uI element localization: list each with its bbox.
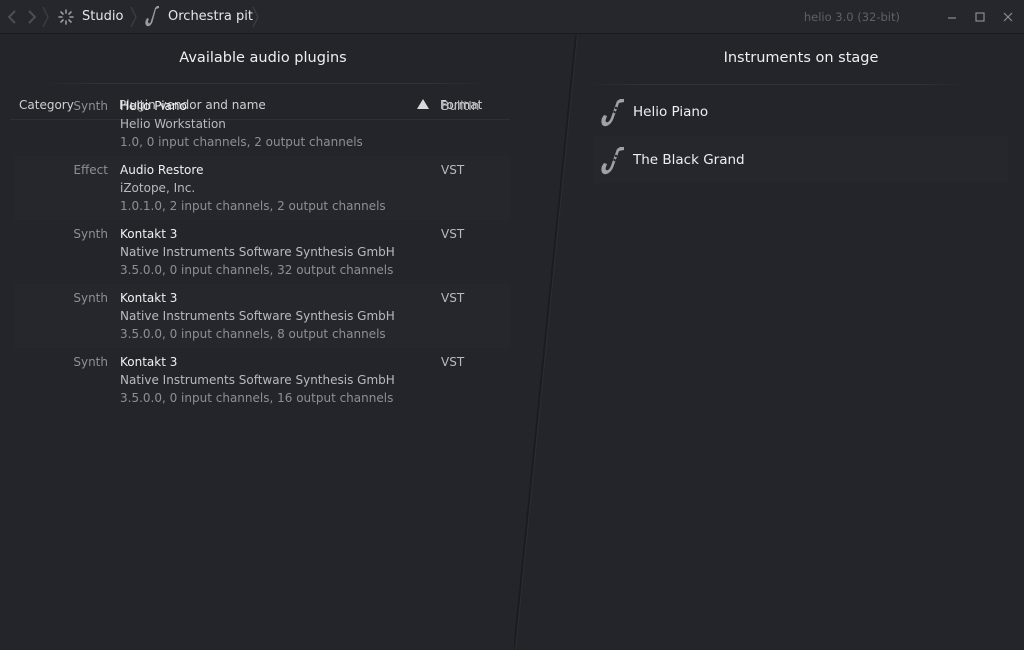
title-divider — [40, 83, 490, 84]
plugin-format: VST — [441, 291, 465, 305]
plugin-category: Synth — [73, 355, 108, 369]
breadcrumb-separator-icon — [42, 6, 49, 28]
close-icon — [1003, 12, 1013, 22]
panel-title: Instruments on stage — [723, 50, 879, 66]
back-arrow-icon[interactable] — [4, 8, 20, 26]
maximize-icon — [975, 12, 985, 22]
plugin-format: BuiltIn — [441, 99, 480, 113]
saxophone-icon — [601, 99, 624, 127]
table-row[interactable]: Synth Helio Piano Helio Workstation 1.0,… — [14, 92, 510, 156]
available-plugins-panel: Available audio plugins Category Plugin … — [0, 35, 576, 650]
version-label: helio 3.0 (32-bit) — [803, 10, 900, 24]
plugin-category: Synth — [73, 227, 108, 241]
instruments-panel: Instruments on stage Helio Piano The Bla… — [578, 35, 1024, 650]
forward-arrow-icon[interactable] — [24, 8, 40, 26]
instrument-label: Helio Piano — [633, 104, 709, 120]
plugin-vendor: Native Instruments Software Synthesis Gm… — [120, 245, 395, 259]
breadcrumb-label: Orchestra pit — [168, 9, 253, 24]
plugin-category: Synth — [73, 99, 108, 113]
saxophone-icon — [145, 6, 159, 27]
table-row[interactable]: Synth Kontakt 3 Native Instruments Softw… — [14, 284, 510, 348]
plugin-category: Synth — [73, 291, 108, 305]
plugin-format: VST — [441, 227, 465, 241]
maximize-button[interactable] — [972, 9, 988, 25]
sun-spinner-icon — [58, 9, 74, 25]
plugin-name: Kontakt 3 — [120, 291, 178, 305]
title-divider — [588, 84, 968, 85]
breadcrumb-label: Studio — [82, 9, 124, 24]
panel-title: Available audio plugins — [179, 50, 347, 66]
plugin-description: 3.5.0.0, 0 input channels, 16 output cha… — [120, 391, 394, 405]
breadcrumb-separator-icon — [130, 6, 137, 28]
plugin-name: Audio Restore — [120, 163, 204, 177]
app-window: Studio Orchestra pit helio 3.0 (32-bit) … — [0, 0, 1024, 650]
plugin-description: 1.0, 0 input channels, 2 output channels — [120, 135, 363, 149]
instrument-label: The Black Grand — [633, 152, 745, 168]
table-row[interactable]: Synth Kontakt 3 Native Instruments Softw… — [14, 220, 510, 284]
plugin-name: Kontakt 3 — [120, 227, 178, 241]
table-row[interactable]: Effect Audio Restore iZotope, Inc. 1.0.1… — [14, 156, 510, 220]
plugin-name: Kontakt 3 — [120, 355, 178, 369]
table-row[interactable]: Synth Kontakt 3 Native Instruments Softw… — [14, 348, 510, 412]
plugin-category: Effect — [73, 163, 108, 177]
plugin-vendor: Helio Workstation — [120, 117, 226, 131]
plugin-description: 3.5.0.0, 0 input channels, 8 output chan… — [120, 327, 386, 341]
close-button[interactable] — [1000, 9, 1016, 25]
plugin-format: VST — [441, 355, 465, 369]
breadcrumb-separator-icon — [252, 6, 259, 28]
minimize-button[interactable] — [944, 9, 960, 25]
plugin-name: Helio Piano — [120, 99, 187, 113]
minimize-icon — [948, 17, 956, 19]
instrument-item[interactable]: Helio Piano — [593, 88, 1008, 135]
plugin-vendor: iZotope, Inc. — [120, 181, 196, 195]
panel-divider[interactable] — [514, 35, 578, 650]
plugin-description: 1.0.1.0, 2 input channels, 2 output chan… — [120, 199, 386, 213]
plugin-vendor: Native Instruments Software Synthesis Gm… — [120, 373, 395, 387]
plugin-description: 3.5.0.0, 0 input channels, 32 output cha… — [120, 263, 394, 277]
plugin-vendor: Native Instruments Software Synthesis Gm… — [120, 309, 395, 323]
plugin-format: VST — [441, 163, 465, 177]
title-bar: Studio Orchestra pit helio 3.0 (32-bit) — [0, 0, 1024, 34]
saxophone-icon — [601, 147, 624, 175]
instrument-item[interactable]: The Black Grand — [593, 136, 1008, 183]
